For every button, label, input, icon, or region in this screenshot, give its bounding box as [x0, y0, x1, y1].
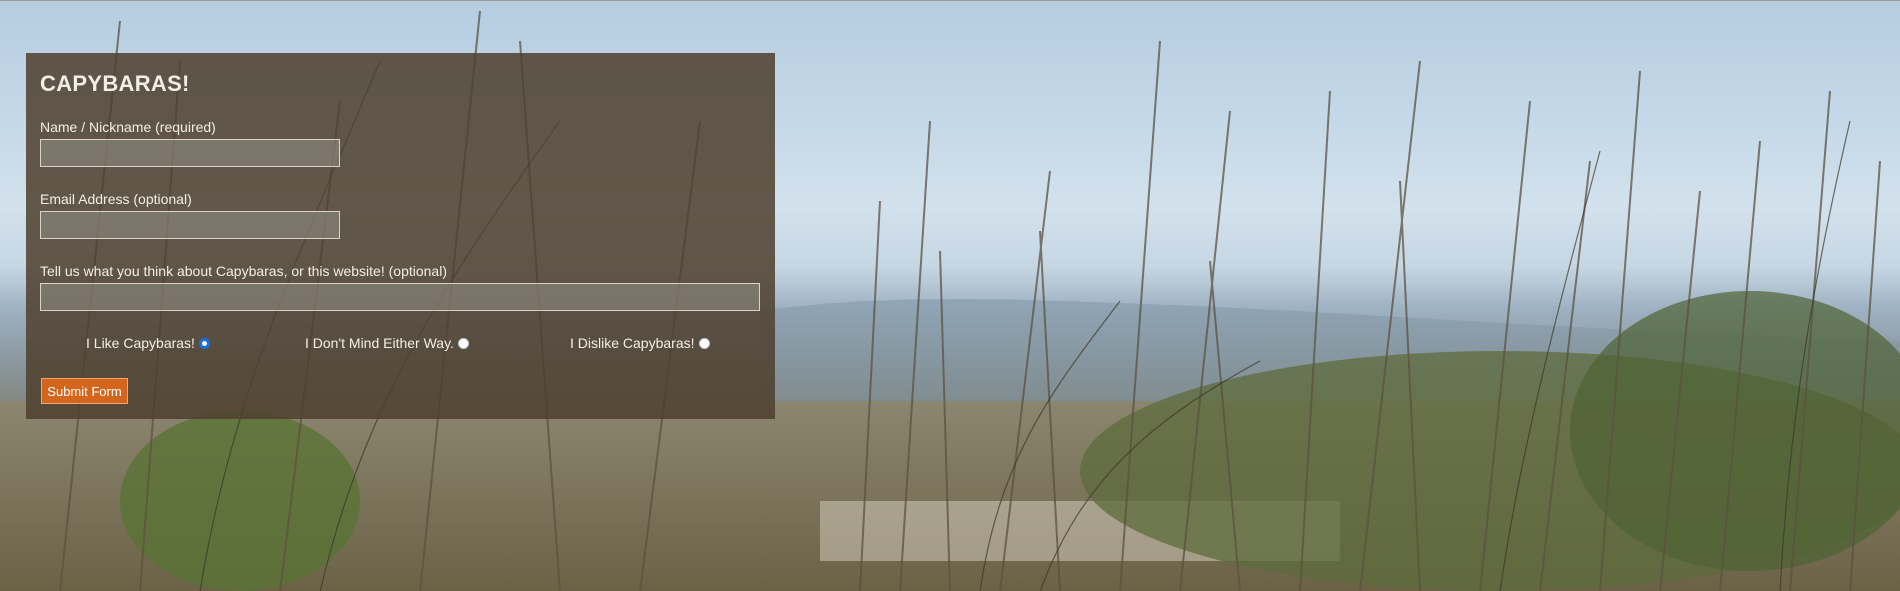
comment-input[interactable]	[40, 283, 760, 311]
radio-dislike[interactable]	[698, 337, 710, 349]
option-dislike-label: I Dislike Capybaras!	[570, 335, 695, 351]
option-like-label: I Like Capybaras!	[86, 335, 195, 351]
email-input[interactable]	[40, 211, 340, 239]
radio-like[interactable]	[198, 337, 210, 349]
option-dislike[interactable]: I Dislike Capybaras!	[570, 335, 710, 351]
option-neutral-label: I Don't Mind Either Way.	[305, 335, 454, 351]
submit-button[interactable]: Submit Form	[41, 378, 128, 404]
name-label: Name / Nickname (required)	[40, 119, 216, 135]
form-title: CAPYBARAS!	[40, 71, 190, 96]
option-like[interactable]: I Like Capybaras!	[86, 335, 210, 351]
name-input[interactable]	[40, 139, 340, 167]
radio-neutral[interactable]	[457, 337, 469, 349]
email-label: Email Address (optional)	[40, 191, 192, 207]
page: CAPYBARAS! Name / Nickname (required) Em…	[0, 0, 1900, 591]
option-neutral[interactable]: I Don't Mind Either Way.	[305, 335, 469, 351]
comment-label: Tell us what you think about Capybaras, …	[40, 263, 447, 279]
capybara-form: CAPYBARAS! Name / Nickname (required) Em…	[26, 53, 775, 419]
